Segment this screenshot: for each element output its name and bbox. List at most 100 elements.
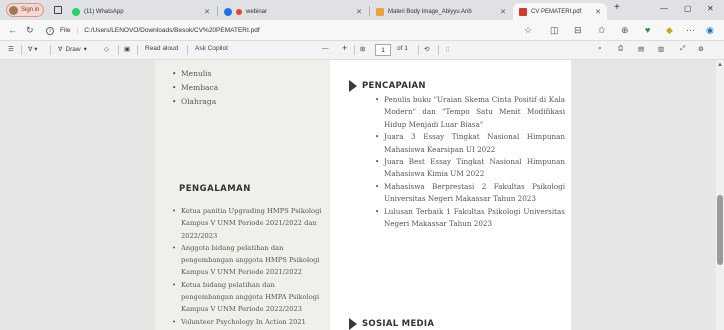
list-item: Ketua bidang pelatihan dan pengembangan … <box>172 279 322 316</box>
more-icon[interactable]: ⋯ <box>686 25 695 36</box>
slides-icon <box>376 7 384 16</box>
extensions-icon[interactable]: ◫ <box>550 25 559 36</box>
tab-title: (11) WhatsApp <box>84 8 124 15</box>
close-icon[interactable]: ✕ <box>204 8 210 16</box>
achievements-list: Penulis buku "Uraian Skema Cinta Positif… <box>375 94 565 230</box>
print-icon[interactable]: ⎙ <box>618 45 623 53</box>
toolbar-divider <box>438 45 439 55</box>
tab-actions-icon[interactable] <box>54 6 62 14</box>
meet-icon <box>224 7 232 16</box>
collections-icon[interactable]: ⊕ <box>621 25 629 36</box>
achievements-heading-row: PENCAPAIAN <box>349 80 426 92</box>
profile-button[interactable]: Sign in <box>6 3 44 17</box>
chevron-right-icon <box>349 80 357 92</box>
social-heading-row: SOSIAL MEDIA <box>349 318 434 330</box>
contents-icon[interactable]: ☰ <box>8 45 14 53</box>
performance-icon[interactable]: ♥ <box>645 25 650 35</box>
list-item: Menulis <box>172 67 218 81</box>
new-tab-button[interactable]: + <box>614 2 620 13</box>
split-screen-icon[interactable]: ⊟ <box>574 25 582 36</box>
avatar <box>9 5 18 15</box>
cv-left-column: Menulis Membaca Olahraga PENGALAMAN Ketu… <box>155 60 330 330</box>
page-total: of 1 <box>397 45 408 52</box>
read-aloud-button[interactable]: Read aloud <box>145 45 178 52</box>
list-item: Penulis buku "Uraian Skema Cinta Positif… <box>375 94 565 131</box>
list-item: Membaca <box>172 81 218 95</box>
url-divider: | <box>76 27 79 34</box>
tab-whatsapp[interactable]: (11) WhatsApp ✕ <box>66 3 216 20</box>
chevron-down-icon: ▾ <box>83 46 87 53</box>
social-heading: SOSIAL MEDIA <box>362 319 435 329</box>
close-icon[interactable]: ✕ <box>595 8 601 16</box>
address-bar-row: ← ↻ i File | C:/Users/LENOVO/Downloads/B… <box>0 20 724 41</box>
draw-button[interactable]: ∀ Draw ▾ <box>58 45 87 54</box>
tab-webinar[interactable]: webinar ✕ <box>218 3 368 20</box>
close-icon[interactable]: ✕ <box>356 8 362 16</box>
toolbar-divider <box>21 45 22 55</box>
pdf-icon <box>519 7 527 16</box>
save-as-icon[interactable]: ▥ <box>658 45 664 53</box>
vertical-scrollbar[interactable]: ▲ <box>716 60 724 330</box>
list-item: Ketua panitia Upgrading HMPS Psikologi K… <box>172 205 322 242</box>
url-text: C:/Users/LENOVO/Downloads/Besok/CV%20PEM… <box>84 27 260 34</box>
list-item: Anggota bidang pelatihan dan pengembanga… <box>172 242 322 279</box>
tab-title: webinar <box>246 8 268 15</box>
list-item: Mahasiswa Berprestasi 2 Fakultas Psikolo… <box>375 181 565 206</box>
rotate-icon[interactable]: ⟲ <box>424 45 429 53</box>
zoom-out-button[interactable]: — <box>322 45 329 52</box>
toolbar-divider <box>418 45 419 55</box>
tab-materi[interactable]: Materi Body Image_Abiyyu Anb ✕ <box>370 3 512 20</box>
page-number-input[interactable]: 1 <box>375 44 391 56</box>
highlight-icon[interactable]: ∀ ▾ <box>28 45 38 53</box>
scroll-up-icon[interactable]: ▲ <box>717 62 723 68</box>
chevron-right-icon <box>349 318 357 330</box>
experience-list: Ketua panitia Upgrading HMPS Psikologi K… <box>172 205 322 328</box>
refresh-icon[interactable]: ↻ <box>26 25 34 36</box>
pdf-viewer[interactable]: Menulis Membaca Olahraga PENGALAMAN Ketu… <box>0 60 724 330</box>
experience-heading: PENGALAMAN <box>179 184 251 194</box>
ask-copilot-button[interactable]: Ask Copilot <box>195 45 228 52</box>
scrollbar-thumb[interactable] <box>717 195 723 265</box>
maximize-icon[interactable]: ▢ <box>684 4 692 13</box>
list-item: Juara Best Essay Tingkat Nasional Himpun… <box>375 156 565 181</box>
toolbar-divider <box>137 45 138 55</box>
url-prefix: File <box>60 27 71 34</box>
minimize-icon[interactable]: — <box>660 4 668 13</box>
achievements-heading: PENCAPAIAN <box>362 81 426 91</box>
favorite-star-icon[interactable]: ☆ <box>524 25 532 36</box>
tab-strip: Sign in (11) WhatsApp ✕ webinar ✕ Materi… <box>0 0 724 20</box>
tab-title: CV PEMATERI.pdf <box>531 8 582 15</box>
toolbar-divider <box>354 45 355 55</box>
list-item: Volunteer Psychology In Action 2021 <box>172 316 322 329</box>
page-view-icon[interactable]: ▯ <box>446 45 450 53</box>
zoom-in-button[interactable]: + <box>342 43 347 53</box>
draw-icon: ∀ <box>58 46 63 53</box>
toolbar-divider <box>187 45 188 55</box>
settings-gear-icon[interactable]: ⚙ <box>698 45 704 53</box>
close-window-icon[interactable]: ✕ <box>707 4 714 13</box>
fullscreen-icon[interactable]: ⤢ <box>680 45 685 53</box>
add-text-icon[interactable]: ▣ <box>124 45 130 53</box>
erase-icon[interactable]: ◇ <box>104 45 109 53</box>
save-icon[interactable]: ▤ <box>638 45 644 53</box>
whatsapp-icon <box>72 7 80 16</box>
games-icon[interactable]: ◆ <box>666 25 673 36</box>
draw-label: Draw <box>65 45 81 53</box>
close-icon[interactable]: ✕ <box>500 8 506 16</box>
tab-cv-pdf[interactable]: CV PEMATERI.pdf ✕ <box>513 3 607 20</box>
hobby-list: Menulis Membaca Olahraga <box>172 67 218 109</box>
copilot-icon[interactable]: ◉ <box>706 25 714 36</box>
tab-title: Materi Body Image_Abiyyu Anb <box>388 8 472 15</box>
favorites-icon[interactable]: ✩ <box>598 25 606 36</box>
list-item: Juara 3 Essay Tingkat Nasional Himpunan … <box>375 131 565 156</box>
list-item: Lulusan Terbaik 1 Fakultas Psikologi Uni… <box>375 206 565 231</box>
search-icon[interactable]: ⌕ <box>598 45 602 53</box>
back-icon[interactable]: ← <box>8 25 17 35</box>
toolbar-divider <box>50 45 51 55</box>
pdf-page: Menulis Membaca Olahraga PENGALAMAN Ketu… <box>155 60 571 330</box>
address-bar[interactable]: i File | C:/Users/LENOVO/Downloads/Besok… <box>46 23 566 38</box>
info-icon[interactable]: i <box>46 26 54 35</box>
pdf-toolbar: ☰ ∀ ▾ ∀ Draw ▾ ◇ ▣ Read aloud Ask Copilo… <box>0 41 724 60</box>
list-item: Olahraga <box>172 95 218 109</box>
fit-page-icon[interactable]: ⊞ <box>360 45 365 53</box>
